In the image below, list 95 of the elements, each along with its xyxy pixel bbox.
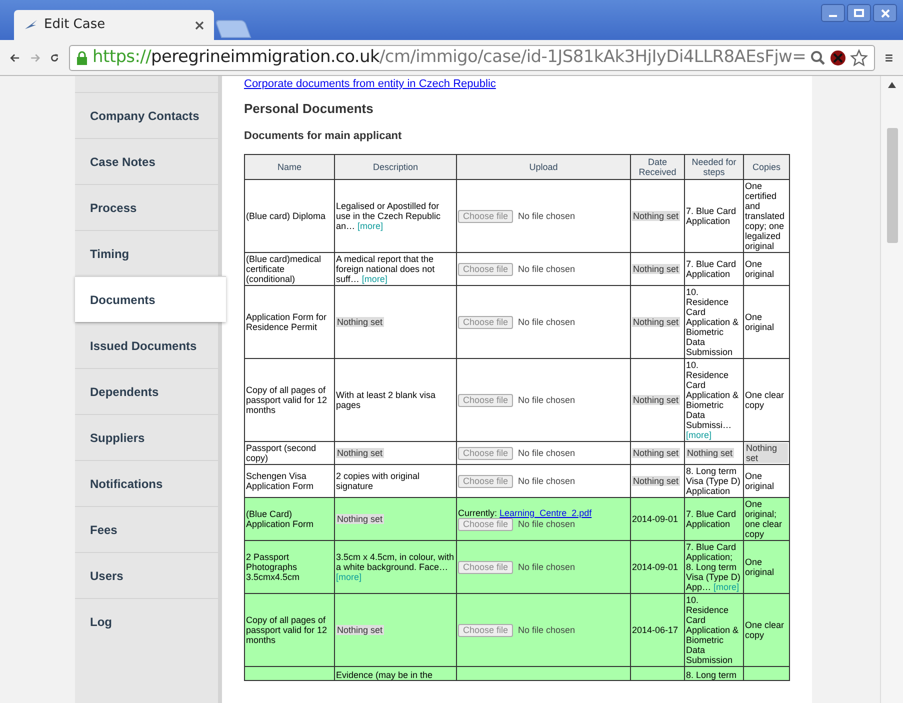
scroll-up-icon[interactable] (888, 82, 896, 88)
cell-text: 8. Long term Visa (Type D) Application (686, 466, 740, 496)
document-name: (Blue Card) Application Form (246, 509, 314, 529)
document-name: Application Form for Residence Permit (246, 312, 327, 332)
url-text: https://peregrineimmigration.co.uk/cm/immigo/case/id-1JS81kAk3HjIyDi4LLR8AEsFjw= (92, 46, 806, 69)
document-name: Schengen Visa Application Form (246, 471, 314, 491)
column-header: Description (334, 154, 456, 180)
file-link[interactable]: Learning_Centre_2.pdf (500, 508, 592, 518)
section-title: Personal Documents (244, 101, 374, 116)
cell-text: 7. Blue Card Application (686, 509, 736, 529)
extension-icon[interactable] (830, 50, 846, 66)
nothing-set-label: Nothing set (745, 443, 788, 463)
sidebar-item[interactable]: Suppliers (75, 414, 218, 460)
cell-text: 7. Blue Card Application (686, 259, 736, 279)
cell-text: 2014-09-01 (632, 562, 678, 572)
file-status: No file chosen (518, 625, 576, 635)
close-window-button[interactable] (873, 4, 897, 22)
cell-text: 3.5cm x 4.5cm, in colour, with a white background. Face… [more] (336, 552, 454, 582)
cell-text: One original; one clear copy (745, 499, 782, 539)
cell-text: One original (745, 259, 774, 279)
new-tab-button[interactable] (214, 20, 252, 38)
document-name: Copy of all pages of passport valid for 12 months (246, 615, 328, 645)
document-name: (Blue card) Diploma (246, 211, 326, 221)
column-header: Copies (744, 154, 790, 180)
cell-text: With at least 2 blank visa pages (336, 390, 436, 410)
column-header: Date Received (630, 154, 684, 180)
file-status: No file chosen (518, 395, 576, 405)
nothing-set-label: Nothing set (632, 317, 680, 327)
close-icon (880, 8, 890, 18)
file-status: No file chosen (518, 519, 576, 529)
nothing-set-label: Nothing set (686, 448, 734, 458)
documents-link[interactable]: Corporate documents from entity in Czech Republic (244, 78, 790, 91)
scrollbar-thumb[interactable] (886, 128, 898, 243)
column-header: Name (244, 154, 334, 180)
cell-text: One original (745, 312, 774, 332)
cell-text: 7. Blue Card Application (686, 206, 736, 226)
sidebar-item[interactable]: Process (75, 184, 218, 230)
maximize-button[interactable] (847, 4, 871, 22)
cell-text: One certified and translated copy; one legalized original (745, 181, 785, 251)
sidebar-item[interactable]: Dependents (75, 368, 218, 414)
nothing-set-label: Nothing set (632, 211, 680, 221)
nothing-set-label: Nothing set (336, 625, 384, 635)
cell-text: 2 copies with original signature (336, 471, 420, 491)
star-icon[interactable] (850, 48, 868, 66)
sidebar-item[interactable]: Log (75, 598, 218, 644)
cell-text: One clear copy (745, 620, 784, 640)
cell-text: Legalised or Apostilled for use in the Czech Republic an… [more] (336, 201, 441, 231)
sidebar-item[interactable]: Issued Documents (75, 322, 218, 368)
tab-title: Edit Case (44, 16, 106, 34)
cell-text: A medical report that the foreign national does not suff… [more] (336, 254, 435, 284)
cell-text: 2014-06-17 (632, 625, 678, 635)
document-name: 2 Passport Photographs 3.5cmx4.5cm (246, 552, 300, 582)
file-status: No file chosen (518, 562, 576, 572)
cell-text: 7. Blue Card Application; 8. Long term Visa (Type D) App… [more] (686, 542, 740, 592)
sidebar-item[interactable]: Documents (75, 276, 226, 322)
document-name: Copy of all pages of passport valid for 12 months (246, 385, 328, 415)
document-name: Passport (second copy) (246, 443, 316, 463)
file-status: No file chosen (518, 264, 576, 274)
subsection-title: Documents for main applicant (244, 130, 403, 143)
sidebar-item[interactable]: Users (75, 552, 218, 598)
column-header: Needed for steps (684, 154, 744, 180)
cell-text: 10. Residence Card Application & Biometric Data Submissi… [more] (686, 360, 739, 440)
close-icon[interactable] (195, 20, 204, 30)
browser-tab[interactable]: Edit Case (14, 10, 214, 40)
document-name: (Blue card)medical certificate (conditional) (246, 254, 322, 284)
address-bar[interactable]: https://peregrineimmigration.co.uk/cm/immigo/case/id-1JS81kAk3HjIyDi4LLR8AEsFjw= (69, 44, 876, 70)
nothing-set-label: Nothing set (336, 317, 384, 327)
nothing-set-label: Nothing set (336, 514, 384, 524)
file-status: No file chosen (518, 317, 576, 327)
minimize-button[interactable] (821, 4, 845, 22)
lock-icon (76, 50, 88, 64)
file-status: No file chosen (518, 448, 576, 458)
nothing-set-label: Nothing set (632, 395, 680, 405)
file-status: No file chosen (518, 211, 576, 221)
cell-text: 8. Long term (686, 670, 737, 680)
bird-icon (24, 19, 38, 31)
nothing-set-label: Nothing set (336, 448, 384, 458)
cell-text: One original (745, 557, 774, 577)
file-status: No file chosen (518, 476, 576, 486)
sidebar-item[interactable]: Company Contacts (75, 92, 218, 138)
sidebar-item[interactable]: Fees (75, 506, 218, 552)
cell-text: 10. Residence Card Application & Biometric Data Submission (686, 595, 739, 665)
column-header: Upload (456, 154, 630, 180)
cell-text: 10. Residence Card Application & Biometric Data Submission (686, 287, 739, 357)
cell-text: One clear copy (745, 390, 784, 410)
zoom-icon[interactable] (810, 50, 826, 66)
nothing-set-label: Nothing set (632, 476, 680, 486)
current-file-text: Currently: Learning_Centre_2.pdf (458, 508, 593, 518)
cell-text: One original (745, 471, 774, 491)
nothing-set-label: Nothing set (632, 448, 680, 458)
sidebar-item[interactable]: Notifications (75, 460, 218, 506)
cell-text: Evidence (may be in the (336, 670, 433, 680)
sidebar-item[interactable]: Case Notes (75, 138, 218, 184)
cell-text: 2014-09-01 (632, 514, 678, 524)
nothing-set-label: Nothing set (632, 264, 680, 274)
